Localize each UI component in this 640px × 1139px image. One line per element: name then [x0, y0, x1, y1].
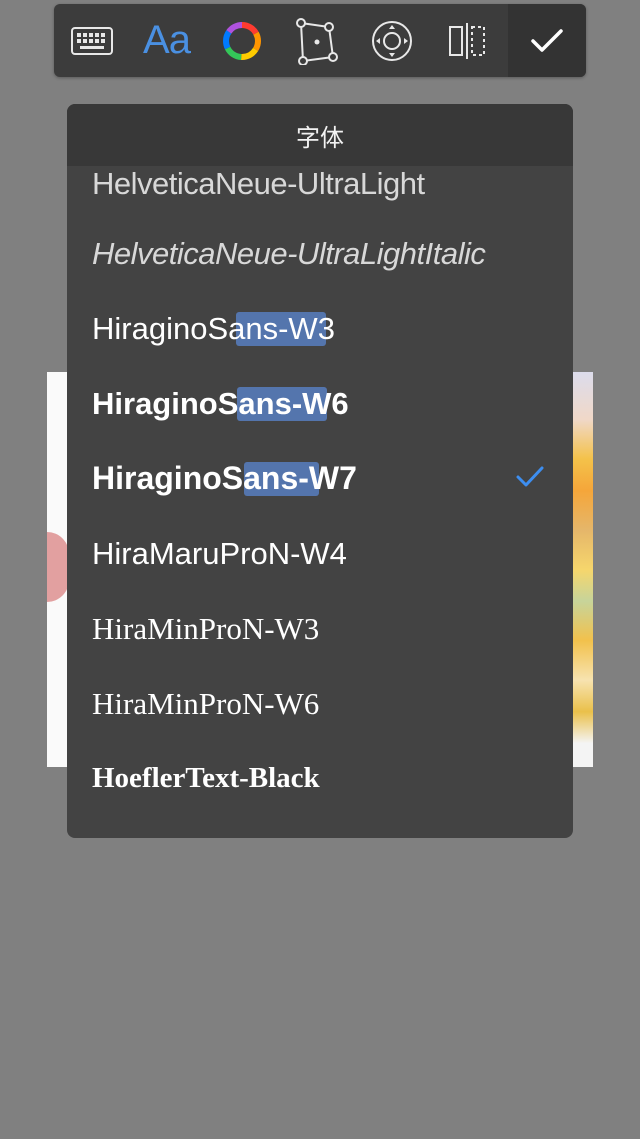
selected-checkmark-icon	[515, 461, 545, 497]
transform-icon	[295, 17, 338, 65]
transform-button[interactable]	[279, 4, 354, 77]
keyboard-icon	[70, 26, 113, 55]
color-wheel-icon	[222, 21, 261, 60]
font-item-hiragino-w7[interactable]: HiraginoSans-W7	[67, 441, 573, 516]
font-item-label: HelveticaNeue-UltraLightItalic	[92, 235, 486, 271]
done-button[interactable]	[508, 4, 586, 77]
font-item-label: HiraginoSans-W7	[92, 460, 357, 496]
position-icon	[371, 20, 412, 61]
font-item-label: HiraginoSans-W3	[92, 310, 335, 346]
font-picker-popup: 字体 HelveticaNeue-UltraLight HelveticaNeu…	[67, 104, 573, 838]
color-button[interactable]	[204, 4, 279, 77]
font-item-hoefler-black[interactable]: HoeflerText-Black	[67, 741, 573, 816]
font-item-label: HiraMinProN-W3	[92, 610, 320, 646]
font-item-hiragino-w3[interactable]: HiraginoSans-W3	[67, 291, 573, 366]
font-item-hiragino-w6[interactable]: HiraginoSans-W6	[67, 366, 573, 441]
font-item-label: HiraginoSans-W6	[92, 385, 349, 421]
font-item-hiramin-w6[interactable]: HiraMinProN-W6	[67, 666, 573, 741]
image-art-left	[47, 532, 69, 602]
position-button[interactable]	[354, 4, 429, 77]
mirror-button[interactable]	[429, 4, 504, 77]
font-picker-header: 字体	[67, 104, 573, 166]
image-art-right	[571, 372, 593, 767]
font-item-hiramin-w3[interactable]: HiraMinProN-W3	[67, 591, 573, 666]
font-item-helvetica-ultralight[interactable]: HelveticaNeue-UltraLight	[67, 166, 573, 216]
keyboard-button[interactable]	[54, 4, 129, 77]
font-item-helvetica-ultralight-italic[interactable]: HelveticaNeue-UltraLightItalic	[67, 216, 573, 291]
checkmark-icon	[531, 28, 563, 52]
font-item-label: HiraMaruProN-W4	[92, 535, 347, 571]
font-icon: Aa	[143, 18, 191, 62]
mirror-icon	[448, 22, 485, 59]
font-list[interactable]: HelveticaNeue-UltraLight HelveticaNeue-U…	[67, 166, 573, 816]
font-button[interactable]: Aa	[129, 4, 204, 77]
text-toolbar: Aa	[54, 4, 586, 77]
font-item-label: HiraMinProN-W6	[92, 685, 320, 721]
font-picker-title: 字体	[296, 124, 344, 152]
font-item-label: HoeflerText-Black	[92, 762, 320, 794]
font-item-label: HelveticaNeue-UltraLight	[92, 166, 425, 201]
font-item-hiramaru-w4[interactable]: HiraMaruProN-W4	[67, 516, 573, 591]
